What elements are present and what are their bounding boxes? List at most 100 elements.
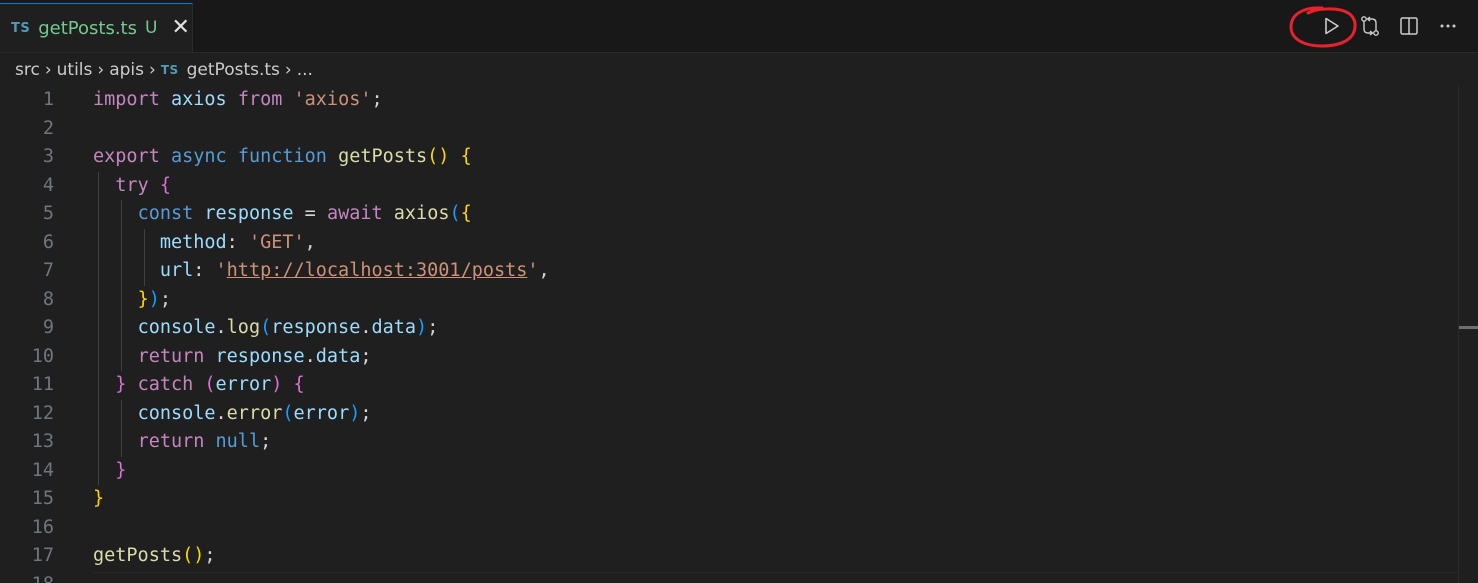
code-token: export: [93, 146, 160, 167]
editor-tab-bar: TS getPosts.ts U ✕: [0, 0, 1478, 53]
breadcrumb-item-utils[interactable]: utils: [57, 60, 93, 80]
code-text: return null;: [93, 428, 272, 457]
breadcrumb-item-file[interactable]: getPosts.ts: [187, 60, 280, 80]
more-actions-button[interactable]: [1434, 12, 1462, 40]
line-number: 14: [31, 459, 54, 481]
more-actions-icon: [1440, 24, 1456, 28]
code-text: export async function getPosts() {: [93, 143, 472, 172]
line-number: 9: [42, 317, 54, 338]
code-token: 'GET': [248, 231, 305, 253]
run-button[interactable]: [1317, 12, 1345, 40]
chevron-right-icon: ›: [149, 60, 156, 80]
code-token: ): [416, 317, 428, 338]
line-number: 3: [42, 146, 54, 167]
code-token: return: [137, 345, 205, 367]
vertical-scrollbar[interactable]: [1458, 86, 1478, 583]
breadcrumb-item-apis[interactable]: apis: [109, 60, 144, 80]
line-number: 5: [42, 203, 54, 224]
code-text: method: 'GET',: [93, 229, 316, 258]
line-number: 2: [42, 117, 54, 139]
line-number: 12: [31, 402, 54, 424]
code-token: log: [226, 317, 261, 338]
code-text: url: 'http://localhost:3001/posts',: [93, 257, 550, 286]
code-line: 6 method: 'GET',: [0, 228, 1478, 258]
typescript-file-icon: TS: [11, 20, 31, 36]
line-number: 17: [31, 545, 54, 566]
code-text: try {: [93, 172, 171, 201]
code-token: const: [137, 203, 194, 224]
code-token: axios: [393, 203, 450, 224]
code-token: }: [115, 374, 127, 395]
code-token: .: [304, 345, 316, 367]
code-token: =: [293, 203, 327, 224]
editor-actions: [1306, 10, 1462, 42]
code-text: });: [93, 286, 171, 315]
code-line: 12 console.error(error);: [0, 399, 1478, 428]
current-line-highlight: [93, 572, 1458, 573]
line-number: 13: [31, 431, 54, 452]
breadcrumb-item-symbols[interactable]: ...: [297, 60, 313, 80]
code-text: return response.data;: [93, 343, 372, 372]
breadcrumb-item-src[interactable]: src: [15, 60, 40, 80]
code-token: ': [527, 260, 539, 281]
chevron-right-icon: ›: [44, 60, 52, 80]
chevron-right-icon: ›: [284, 60, 292, 80]
code-line: 2: [0, 115, 1478, 144]
code-line: 4 try {: [0, 171, 1478, 201]
tab-label: getPosts.ts: [38, 17, 137, 39]
code-token: data: [371, 317, 417, 338]
line-number: 8: [42, 288, 54, 310]
run-icon: [1325, 17, 1339, 35]
code-token: ;: [204, 545, 216, 566]
close-icon[interactable]: ✕: [171, 17, 189, 39]
code-token: console: [137, 402, 216, 424]
code-token: {: [293, 374, 305, 395]
code-token: ,: [538, 260, 550, 281]
code-editor[interactable]: 1 import axios from 'axios'; 2 3 export asyn…: [0, 86, 1478, 583]
tab-getposts[interactable]: TS getPosts.ts U ✕: [0, 3, 193, 52]
code-token: (: [282, 402, 294, 424]
code-line: 15}: [0, 485, 1478, 514]
code-line: 8 });: [0, 285, 1478, 315]
code-token: getPosts: [93, 545, 183, 566]
split-editor-icon: [1400, 17, 1418, 35]
code-token: .: [360, 317, 372, 338]
code-line: 17 getPosts();: [0, 542, 1478, 571]
code-token: ;: [159, 288, 171, 310]
typescript-file-icon: TS: [160, 63, 179, 77]
code-text: } catch (error) {: [93, 371, 305, 400]
chevron-right-icon: ›: [97, 60, 105, 80]
split-editor-button[interactable]: [1395, 12, 1423, 40]
code-line: 14 }: [0, 456, 1478, 485]
code-token: getPosts: [338, 146, 428, 167]
code-token: console: [137, 317, 216, 338]
code-text: import axios from 'axios';: [93, 86, 383, 115]
line-number: 18: [0, 571, 54, 583]
scrollbar-thumb[interactable]: [1459, 326, 1478, 329]
code-token: (: [204, 374, 216, 395]
code-token: (): [427, 146, 450, 167]
line-number: 10: [31, 345, 54, 367]
compare-changes-button[interactable]: [1356, 12, 1384, 40]
code-token: ': [215, 260, 227, 281]
code-token: ,: [304, 231, 316, 253]
code-token: (): [182, 545, 205, 566]
code-token: ;: [427, 317, 439, 338]
code-token: .: [215, 402, 227, 424]
